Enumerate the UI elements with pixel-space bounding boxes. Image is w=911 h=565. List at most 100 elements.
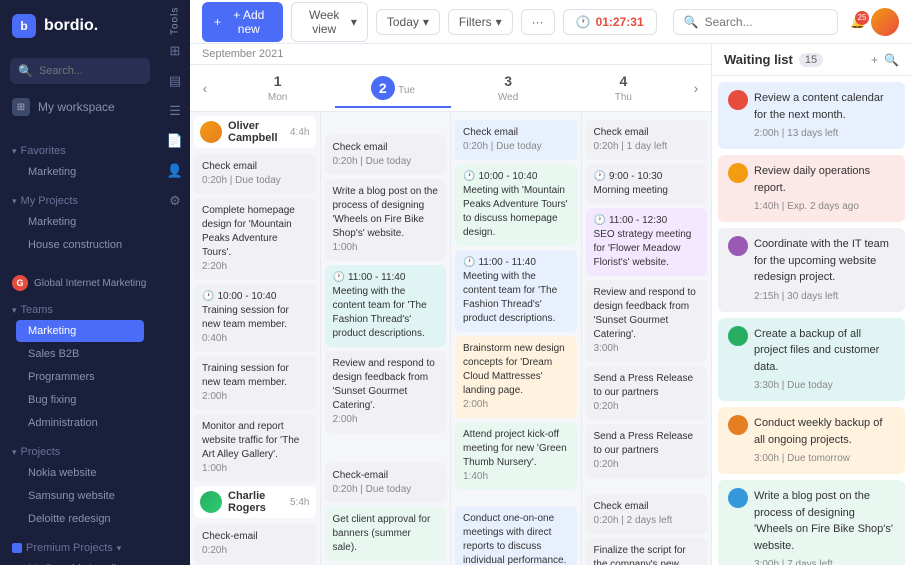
- date-cell-thu[interactable]: 4 Thu: [566, 65, 681, 111]
- sidebar-search[interactable]: 🔍: [10, 58, 150, 84]
- date-cell-wed[interactable]: 3 Wed: [451, 65, 566, 111]
- task-card[interactable]: Check-email 0:20h: [194, 524, 316, 564]
- task-card[interactable]: 🕐10:00 - 10:40 Training session for new …: [194, 284, 316, 352]
- date-cell-mon[interactable]: 1 Mon: [220, 65, 335, 111]
- workspace-icon: ⊞: [12, 98, 30, 116]
- sidebar-item-label: Administration: [28, 417, 98, 429]
- wl-item[interactable]: Create a backup of all project files and…: [718, 318, 905, 402]
- task-card[interactable]: Review and respond to design feedback fr…: [586, 280, 708, 362]
- task-card[interactable]: Training session for new team member. 2:…: [194, 356, 316, 410]
- list-icon[interactable]: ☰: [164, 100, 186, 122]
- task-card[interactable]: Send a Press Release to our partners 0:2…: [586, 366, 708, 420]
- doc-icon[interactable]: 📄: [164, 130, 186, 152]
- task-card[interactable]: Check-email 0:20h | Due today: [325, 463, 447, 503]
- task-card[interactable]: Check email 0:20h | Due today: [325, 135, 447, 175]
- tools-icon[interactable]: Tools: [164, 10, 186, 32]
- task-card[interactable]: Review and respond to design feedback fr…: [325, 351, 447, 433]
- timer-button[interactable]: 🕐 01:27:31: [563, 9, 657, 35]
- wl-item[interactable]: Review a content calendar for the next m…: [718, 82, 905, 149]
- filters-button[interactable]: Filters ▾: [448, 9, 513, 35]
- sidebar-item-bug-fixing[interactable]: Bug fixing: [16, 389, 144, 411]
- sidebar-item-mcdonalds[interactable]: Mc Donalds Landing: [16, 558, 144, 565]
- wl-item[interactable]: Write a blog post on the process of desi…: [718, 480, 905, 565]
- sidebar-item-label: House construction: [28, 239, 122, 251]
- sidebar-item-house[interactable]: House construction: [16, 234, 144, 256]
- task-card[interactable]: Check email 0:20h | 2 days left: [586, 494, 708, 534]
- wl-item[interactable]: Coordinate with the IT team for the upco…: [718, 228, 905, 312]
- sidebar-item-programmers[interactable]: Programmers: [16, 366, 144, 388]
- person-icon[interactable]: 👤: [164, 160, 186, 182]
- toolbar-icons: 🔔 25: [850, 8, 899, 36]
- projects-label: Projects: [21, 446, 61, 458]
- teams-header[interactable]: ▾ Teams: [12, 301, 148, 319]
- task-card[interactable]: Monitor and report website traffic for '…: [194, 414, 316, 482]
- premium-header[interactable]: Premium Projects ▾: [12, 539, 148, 557]
- task-title: Review and respond to design feedback fr…: [594, 286, 700, 342]
- sidebar-item-marketing-fav[interactable]: Marketing: [16, 161, 144, 183]
- sidebar-item-marketing-team[interactable]: Marketing: [16, 320, 144, 342]
- task-card[interactable]: Brainstorm new design concepts for 'Drea…: [455, 336, 577, 418]
- projects-header[interactable]: ▾ Projects: [12, 443, 148, 461]
- task-card[interactable]: Conduct one-on-one meetings with direct …: [455, 506, 577, 565]
- filters-label: Filters: [459, 15, 492, 29]
- week-view-button[interactable]: Week view ▾: [291, 2, 368, 42]
- sidebar-item-sales[interactable]: Sales B2B: [16, 343, 144, 365]
- task-card[interactable]: 🕐9:00 - 10:30 Morning meeting: [586, 164, 708, 204]
- task-card[interactable]: Write a blog post on the process of desi…: [325, 179, 447, 261]
- sidebar-item-administration[interactable]: Administration: [16, 412, 144, 434]
- task-card[interactable]: 🕐11:00 - 12:30 SEO strategy meeting for …: [586, 208, 708, 276]
- task-card[interactable]: 🕐11:00 - 11:40 Meeting with the content …: [455, 250, 577, 332]
- oliver-avatar: [200, 121, 222, 143]
- add-new-button[interactable]: + + Add new: [202, 2, 283, 42]
- gear-icon[interactable]: ⚙: [164, 190, 186, 212]
- layout-icon[interactable]: ▤: [164, 70, 186, 92]
- task-card[interactable]: 🕐10:00 - 10:40 Meeting with 'Mountain Pe…: [455, 164, 577, 246]
- wl-item[interactable]: Conduct weekly backup of all ongoing pro…: [718, 407, 905, 474]
- date-day: Wed: [498, 92, 518, 103]
- sidebar: b bordio. 🔍 ⊞ My workspace ▾ Favorites M…: [0, 0, 160, 565]
- task-time: 2:20h: [202, 260, 308, 274]
- month-year-text: September 2021: [202, 48, 283, 60]
- user-avatar[interactable]: [871, 8, 899, 36]
- task-time: 2:00h: [333, 413, 439, 427]
- task-subtitle: SEO strategy meeting for 'Flower Meadow …: [594, 228, 700, 270]
- wl-avatar: [728, 326, 748, 346]
- workspace-item[interactable]: ⊞ My workspace: [0, 90, 160, 124]
- search-box[interactable]: 🔍: [673, 9, 838, 35]
- wl-count: 15: [799, 53, 823, 67]
- task-card[interactable]: Send a Press Release to our partners 0:2…: [586, 424, 708, 478]
- prev-nav[interactable]: ‹: [190, 72, 220, 104]
- grid-icon[interactable]: ⊞: [164, 40, 186, 62]
- add-icon[interactable]: +: [871, 53, 878, 67]
- global-team[interactable]: G Global Internet Marketing: [0, 271, 160, 295]
- wl-item-meta: 3:00h | 7 days left: [754, 557, 895, 565]
- task-card[interactable]: Complete homepage design for 'Mountain P…: [194, 198, 316, 280]
- wl-item[interactable]: Review daily operations report. 1:40h | …: [718, 155, 905, 222]
- task-card[interactable]: 🕐11:00 - 11:40 Meeting with the content …: [325, 265, 447, 347]
- sidebar-item-deloitte[interactable]: Deloitte redesign: [16, 508, 144, 530]
- next-nav[interactable]: ›: [681, 72, 711, 104]
- task-card[interactable]: Check email 0:20h | Due today: [455, 120, 577, 160]
- task-card[interactable]: Check email 0:20h | 1 day left: [586, 120, 708, 160]
- task-time: 2:00h: [202, 390, 308, 404]
- today-button[interactable]: Today ▾: [376, 9, 440, 35]
- task-card[interactable]: Check email 0:20h | Due today: [194, 154, 316, 194]
- task-card[interactable]: Attend project kick-off meeting for new …: [455, 422, 577, 490]
- sidebar-search-input[interactable]: [39, 65, 142, 77]
- favorites-header[interactable]: ▾ Favorites: [12, 142, 148, 160]
- date-cell-tue[interactable]: 2 Tue: [335, 68, 450, 108]
- my-projects-header[interactable]: ▾ My Projects: [12, 192, 148, 210]
- task-time: 0:20h: [594, 458, 700, 472]
- sidebar-item-marketing-proj[interactable]: Marketing: [16, 211, 144, 233]
- task-card[interactable]: Get client approval for banners (summer …: [325, 507, 447, 561]
- logo-text: bordio.: [44, 17, 98, 35]
- search-icon[interactable]: 🔍: [884, 53, 899, 67]
- sidebar-item-samsung[interactable]: Samsung website: [16, 485, 144, 507]
- chevron-icon: ▾: [12, 146, 17, 157]
- search-input[interactable]: [705, 15, 827, 29]
- wl-item-title: Review daily operations report.: [754, 163, 895, 196]
- task-card[interactable]: Finalize the script for the company's ne…: [586, 538, 708, 565]
- more-button[interactable]: ···: [521, 9, 555, 35]
- bell-button[interactable]: 🔔 25: [850, 15, 865, 29]
- sidebar-item-nokia[interactable]: Nokia website: [16, 462, 144, 484]
